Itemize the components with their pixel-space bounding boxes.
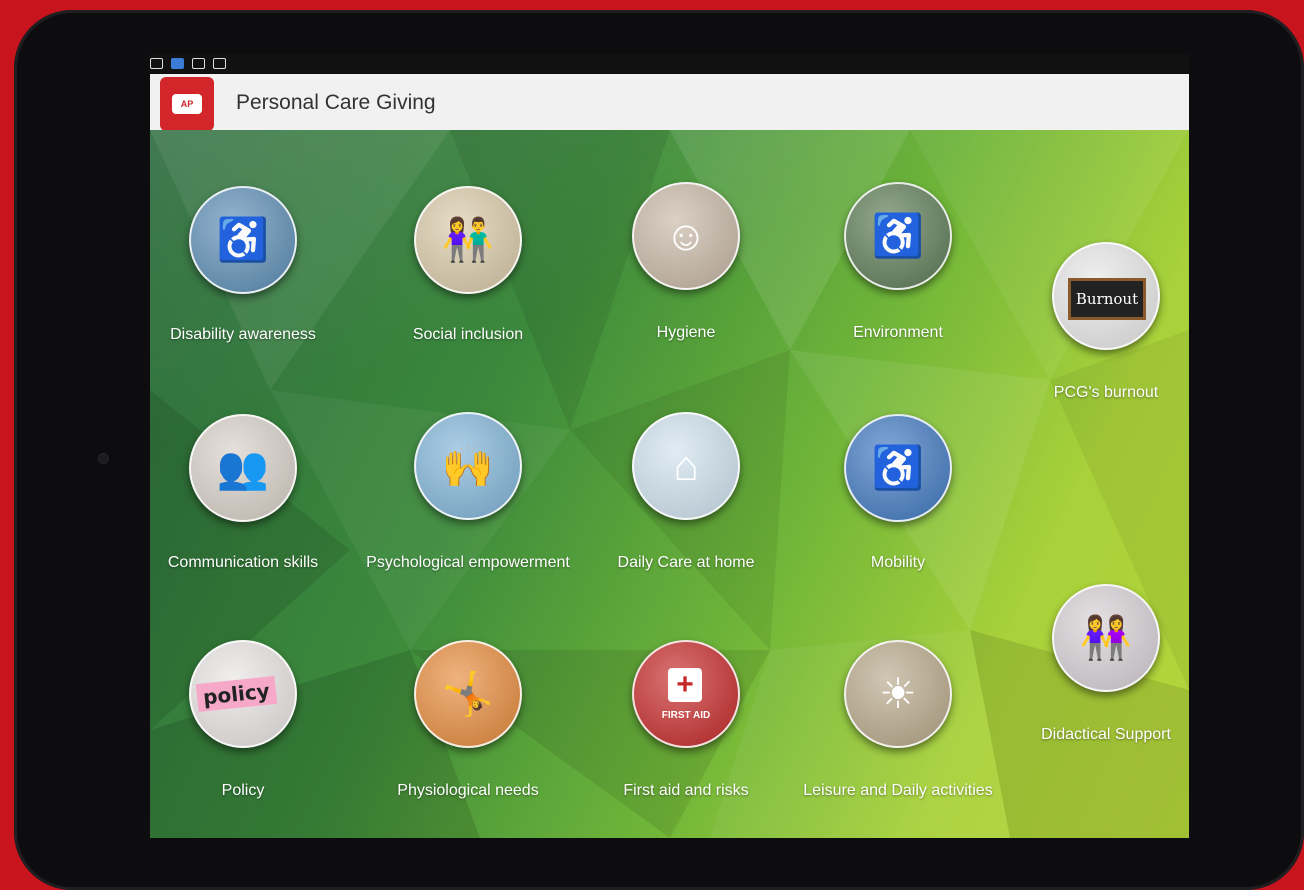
topic-label: Mobility (870, 554, 926, 571)
topic-tile-2[interactable]: ☺ Hygiene (566, 182, 806, 342)
topic-tile-8[interactable]: ♿ Mobility (778, 414, 1018, 572)
policy-text-icon[interactable]: policy (189, 640, 297, 748)
topic-label: First aid and risks (623, 782, 749, 799)
topic-label: Communication skills (167, 554, 319, 571)
camera-icon (98, 453, 109, 464)
first-aid-kit-icon[interactable]: + FIRST AID (632, 640, 740, 748)
screen: AP Personal Care Giving ♿ Disability awar… (150, 54, 1189, 838)
topic-label: Leisure and Daily activities (803, 782, 993, 799)
exercise-icon-glyph: 🤸 (441, 670, 495, 717)
wheelchair-person-icon-glyph: ♿ (216, 216, 270, 263)
wheelchair-park-icon-glyph: ♿ (871, 212, 925, 259)
page-title: Personal Care Giving (236, 91, 436, 114)
topic-label: Daily Care at home (617, 554, 755, 571)
topic-label: Psychological empowerment (366, 554, 570, 571)
screenshot-notification-icon (213, 58, 226, 69)
topic-tile-4[interactable]: Burnout PCG's burnout (986, 242, 1189, 402)
elderly-face-icon-glyph: ☺ (664, 212, 708, 259)
topic-label: Physiological needs (397, 782, 539, 799)
first-aid-label: FIRST AID (661, 710, 711, 721)
two-women-icon[interactable]: 👭 (1052, 584, 1160, 692)
first-aid-cross-icon: + (668, 668, 702, 702)
topic-label: Policy (221, 782, 265, 799)
exercise-icon[interactable]: 🤸 (414, 640, 522, 748)
meeting-icon-glyph: 👥 (216, 444, 270, 491)
topic-tile-7[interactable]: ⌂ Daily Care at home (566, 412, 806, 572)
house-wheelchair-icon[interactable]: ⌂ (632, 412, 740, 520)
wheelchair-park-icon[interactable]: ♿ (844, 182, 952, 290)
meeting-icon[interactable]: 👥 (189, 414, 297, 522)
topic-tile-11[interactable]: 🤸 Physiological needs (348, 640, 588, 800)
topic-tile-3[interactable]: ♿ Environment (778, 182, 1018, 342)
arms-raised-icon[interactable]: 🙌 (414, 412, 522, 520)
topic-label: PCG's burnout (1053, 384, 1159, 401)
sunset-silhouette-icon[interactable]: ☀ (844, 640, 952, 748)
two-women-icon-glyph: 👭 (1079, 614, 1133, 661)
topic-tile-1[interactable]: 👫 Social inclusion (348, 186, 588, 344)
app-logo-icon[interactable]: AP (160, 77, 214, 131)
topic-grid: ♿ Disability awareness 👫 Social inclusion ☺ H… (150, 130, 1189, 838)
topic-tile-10[interactable]: policy Policy (150, 640, 363, 800)
policy-highlight-text: policy (195, 675, 277, 713)
topic-label: Disability awareness (170, 326, 316, 343)
paper-people-icon[interactable]: 👫 (414, 186, 522, 294)
status-bar (150, 54, 1189, 74)
image-notification-icon (150, 58, 163, 69)
accessibility-sign-icon-glyph: ♿ (871, 444, 925, 491)
sunset-silhouette-icon-glyph: ☀ (879, 670, 917, 717)
accessibility-sign-icon[interactable]: ♿ (844, 414, 952, 522)
topic-label: Hygiene (656, 324, 716, 341)
house-wheelchair-icon-glyph: ⌂ (673, 442, 699, 489)
download-notification-icon (192, 58, 205, 69)
check-notification-icon (171, 58, 184, 69)
burnout-board-icon[interactable]: Burnout (1052, 242, 1160, 350)
elderly-face-icon[interactable]: ☺ (632, 182, 740, 290)
topic-label: Social inclusion (412, 326, 524, 343)
topic-tile-6[interactable]: 🙌 Psychological empowerment (348, 412, 588, 572)
topic-tile-12[interactable]: + FIRST AID First aid and risks (566, 640, 806, 800)
topic-label: Didactical Support (1041, 726, 1171, 743)
topic-tile-0[interactable]: ♿ Disability awareness (150, 186, 363, 344)
topic-tile-5[interactable]: 👥 Communication skills (150, 414, 363, 572)
burnout-board-text: Burnout (1068, 278, 1146, 320)
topic-tile-13[interactable]: ☀ Leisure and Daily activities (778, 640, 1018, 800)
paper-people-icon-glyph: 👫 (441, 216, 495, 263)
topic-label: Environment (853, 324, 943, 341)
wheelchair-person-icon[interactable]: ♿ (189, 186, 297, 294)
app-bar: AP Personal Care Giving (150, 74, 1189, 131)
arms-raised-icon-glyph: 🙌 (441, 442, 495, 489)
